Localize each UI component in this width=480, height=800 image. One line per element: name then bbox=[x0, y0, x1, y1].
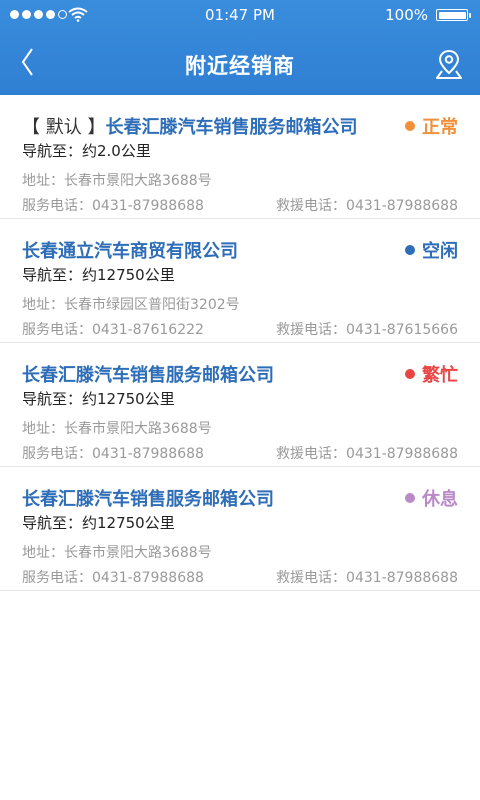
status-label: 空闲 bbox=[422, 241, 458, 262]
dealer-name: 长春汇滕汽车销售服务邮箱公司 bbox=[22, 489, 274, 510]
dealer-list-item[interactable]: 长春汇滕汽车销售服务邮箱公司 休息 导航至：约12750公里 地址：长春市景阳大… bbox=[0, 467, 480, 591]
dealer-list-item[interactable]: 【 默认 】长春汇滕汽车销售服务邮箱公司 正常 导航至：约2.0公里 地址：长春… bbox=[0, 95, 480, 219]
status-dot-icon bbox=[405, 245, 415, 255]
page-title: 附近经销商 bbox=[185, 54, 295, 78]
navigate-distance[interactable]: 导航至：约12750公里 bbox=[22, 264, 175, 285]
status-bar: 01:47 PM 100% bbox=[0, 0, 480, 30]
rescue-phone[interactable]: 救援电话：0431-87988688 bbox=[276, 443, 458, 463]
dealer-name: 长春通立汽车商贸有限公司 bbox=[22, 241, 238, 262]
app-header: 01:47 PM 100% 附近经销商 bbox=[0, 0, 480, 95]
service-phone[interactable]: 服务电话：0431-87988688 bbox=[22, 443, 204, 463]
service-phone[interactable]: 服务电话：0431-87616222 bbox=[22, 319, 204, 339]
service-phone[interactable]: 服务电话：0431-87988688 bbox=[22, 567, 204, 587]
dealer-address: 地址：长春市景阳大路3688号 bbox=[22, 173, 212, 189]
dealer-address: 地址：长春市景阳大路3688号 bbox=[22, 421, 212, 437]
dealer-address: 地址：长春市绿园区普阳街3202号 bbox=[22, 297, 240, 313]
dealer-list: 【 默认 】长春汇滕汽车销售服务邮箱公司 正常 导航至：约2.0公里 地址：长春… bbox=[0, 95, 480, 591]
status-badge: 空闲 bbox=[405, 237, 458, 263]
dealer-list-item[interactable]: 长春通立汽车商贸有限公司 空闲 导航至：约12750公里 地址：长春市绿园区普阳… bbox=[0, 219, 480, 343]
status-dot-icon bbox=[405, 493, 415, 503]
battery-percent: 100% bbox=[385, 6, 428, 24]
dealer-address: 地址：长春市景阳大路3688号 bbox=[22, 545, 212, 561]
status-label: 繁忙 bbox=[422, 365, 458, 386]
dealer-name: 长春汇滕汽车销售服务邮箱公司 bbox=[22, 365, 274, 386]
rescue-phone[interactable]: 救援电话：0431-87988688 bbox=[276, 195, 458, 215]
navigate-distance[interactable]: 导航至：约12750公里 bbox=[22, 388, 175, 409]
map-pin-icon[interactable] bbox=[434, 48, 464, 80]
status-dot-icon bbox=[405, 121, 415, 131]
status-label: 正常 bbox=[422, 117, 458, 138]
battery-icon bbox=[436, 9, 471, 21]
status-badge: 正常 bbox=[405, 113, 458, 139]
dealer-name-text: 长春汇滕汽车销售服务邮箱公司 bbox=[105, 117, 358, 138]
service-phone[interactable]: 服务电话：0431-87988688 bbox=[22, 195, 204, 215]
navigate-distance[interactable]: 导航至：约2.0公里 bbox=[22, 140, 151, 161]
dealer-list-item[interactable]: 长春汇滕汽车销售服务邮箱公司 繁忙 导航至：约12750公里 地址：长春市景阳大… bbox=[0, 343, 480, 467]
default-tag: 【 默认 】 bbox=[22, 117, 106, 138]
status-label: 休息 bbox=[422, 489, 458, 510]
dealer-name: 【 默认 】长春汇滕汽车销售服务邮箱公司 bbox=[22, 113, 357, 139]
navigation-bar: 附近经销商 bbox=[0, 30, 480, 95]
status-badge: 休息 bbox=[405, 485, 458, 511]
rescue-phone[interactable]: 救援电话：0431-87988688 bbox=[276, 567, 458, 587]
status-dot-icon bbox=[405, 369, 415, 379]
status-badge: 繁忙 bbox=[405, 361, 458, 387]
navigate-distance[interactable]: 导航至：约12750公里 bbox=[22, 512, 175, 533]
rescue-phone[interactable]: 救援电话：0431-87615666 bbox=[276, 319, 458, 339]
